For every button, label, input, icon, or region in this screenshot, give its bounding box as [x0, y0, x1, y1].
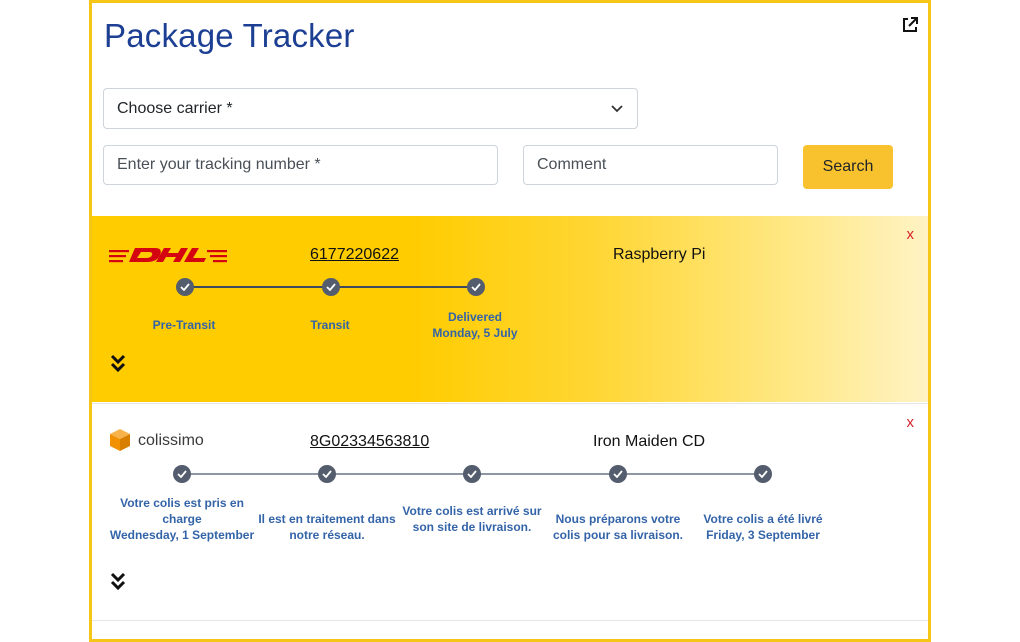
- check-icon: [471, 283, 481, 291]
- check-icon: [322, 470, 332, 478]
- timeline-step-label: Votre colis a été livré Friday, 3 Septem…: [703, 512, 823, 542]
- package-card-next: [92, 622, 928, 639]
- check-icon: [177, 470, 187, 478]
- timeline-step-label: Pre-Transit: [152, 318, 216, 332]
- timeline-step: [467, 278, 485, 296]
- timeline-step: [609, 465, 627, 483]
- tracking-number-link[interactable]: 6177220622: [310, 246, 399, 264]
- check-icon: [758, 470, 768, 478]
- check-icon: [326, 283, 336, 291]
- tracking-number-link[interactable]: 8G02334563810: [310, 433, 429, 451]
- carrier-select-value: Choose carrier *: [117, 99, 233, 117]
- package-item-name: Raspberry Pi: [613, 246, 706, 263]
- page-title: Package Tracker: [104, 17, 355, 54]
- remove-package-button[interactable]: x: [907, 226, 915, 243]
- remove-package-button[interactable]: x: [907, 414, 915, 431]
- comment-placeholder: Comment: [537, 156, 607, 173]
- timeline-step-label: Votre colis est arrivé sur son site de l…: [402, 504, 542, 534]
- dhl-logo: [109, 248, 227, 263]
- chevron-down-icon: [611, 104, 623, 112]
- timeline-step-label: Delivered Monday, 5 July: [432, 310, 518, 340]
- external-link-icon[interactable]: [900, 15, 920, 35]
- timeline-step-label: Nous préparons votre colis pour sa livra…: [552, 512, 684, 542]
- timeline-step: [463, 465, 481, 483]
- check-icon: [180, 283, 190, 291]
- tracking-number-placeholder: Enter your tracking number *: [117, 156, 321, 173]
- colissimo-logo-text: colissimo: [138, 432, 204, 449]
- double-chevron-down-icon[interactable]: [110, 572, 126, 592]
- timeline-step-label: Transit: [310, 318, 350, 332]
- timeline-step: [322, 278, 340, 296]
- check-icon: [467, 470, 477, 478]
- double-chevron-down-icon[interactable]: [110, 354, 126, 374]
- check-icon: [613, 470, 623, 478]
- extension-popup: Package Tracker Choose carrier * Enter y…: [89, 0, 931, 642]
- comment-input[interactable]: Comment: [523, 145, 778, 185]
- timeline-step: [173, 465, 191, 483]
- colissimo-logo-icon: [110, 429, 130, 451]
- carrier-select[interactable]: Choose carrier *: [103, 88, 638, 129]
- timeline-step: [176, 278, 194, 296]
- timeline-step: [754, 465, 772, 483]
- timeline-step-label: Votre colis est pris en charge Wednesday…: [109, 496, 255, 542]
- timeline-step-label: Il est en traitement dans notre réseau.: [258, 512, 396, 542]
- tracking-number-input[interactable]: Enter your tracking number *: [103, 145, 498, 185]
- package-card-dhl: 6177220622 Raspberry Pi x Pre-Transit Tr…: [92, 216, 928, 402]
- timeline-step: [318, 465, 336, 483]
- package-item-name: Iron Maiden CD: [593, 433, 706, 450]
- search-button[interactable]: Search: [803, 145, 893, 189]
- package-card-colissimo: colissimo 8G02334563810 Iron Maiden CD x…: [92, 403, 928, 621]
